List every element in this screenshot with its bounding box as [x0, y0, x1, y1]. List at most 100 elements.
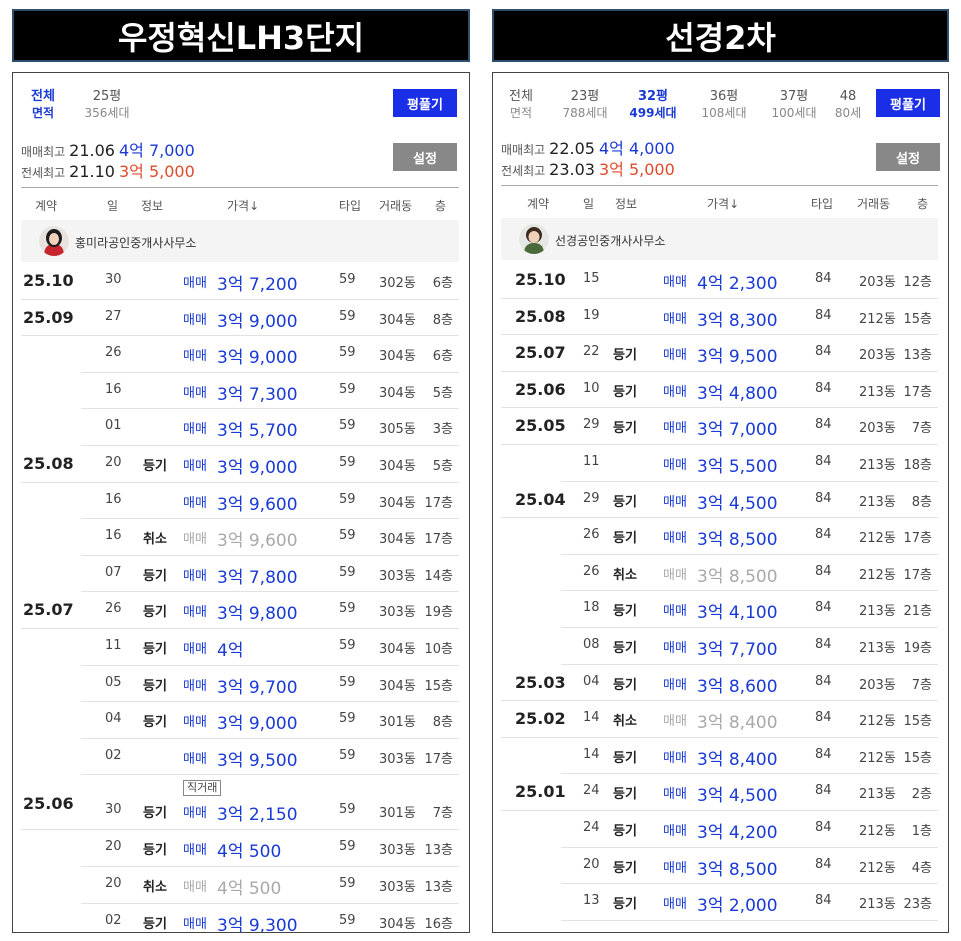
tab-all-area[interactable]: 전체 면적	[501, 88, 541, 121]
table-row[interactable]: 25.04 29 등기 매매 3억 4,500 84 213동 8층	[501, 482, 938, 519]
tab-all-area[interactable]: 전체 면적	[23, 88, 63, 121]
agent-row[interactable]: 홍미라공인중개사사무소	[21, 220, 459, 262]
header-floor[interactable]: 층	[917, 195, 928, 212]
settings-button[interactable]: 설정	[393, 143, 457, 171]
table-row[interactable]: 25.07 22 등기 매매 3억 9,500 84 203동 13층	[501, 335, 938, 372]
table-row[interactable]: 25.10 30 매매 3억 7,200 59 302동 6층	[21, 263, 459, 300]
floor: 18층	[903, 457, 932, 473]
deal-kind: 매매	[663, 384, 687, 400]
table-row[interactable]: 20 취소 매매 4억 500 59 303동 13층	[21, 867, 459, 904]
tab-23pyeong[interactable]: 23평 788세대	[555, 88, 615, 121]
deal-kind: 매매	[183, 568, 207, 584]
tab-37pyeong[interactable]: 37평 100세대	[763, 88, 825, 121]
building: 212동	[859, 714, 896, 730]
tab-32pyeong[interactable]: 32평 499세대	[623, 88, 683, 121]
deal-price: 4억 500	[217, 878, 282, 899]
table-row[interactable]: 02 매매 3억 9,500 59 303동 17층	[21, 739, 459, 776]
table-row[interactable]: 16 취소 매매 3억 9,600 59 304동 17층	[21, 519, 459, 556]
contract-month: 25.08	[515, 306, 566, 326]
table-row[interactable]: 16 매매 3억 9,600 59 304동 17층	[21, 483, 459, 520]
table-row[interactable]: 11 매매 3억 5,500 84 213동 18층	[501, 445, 938, 482]
table-row[interactable]: 20 등기 매매 4억 500 59 303동 13층	[21, 830, 459, 867]
table-row[interactable]: 25.06 30 등기 매매 3억 2,150 59 301동 7층 직거래	[21, 775, 459, 831]
settings-button[interactable]: 설정	[876, 143, 940, 171]
unit-type: 59	[339, 491, 356, 507]
building: 213동	[859, 897, 896, 913]
header-contract[interactable]: 계약	[35, 197, 57, 214]
header-day[interactable]: 일	[583, 195, 594, 212]
contract-day: 22	[583, 344, 600, 360]
building: 304동	[379, 495, 416, 511]
header-building[interactable]: 거래동	[379, 197, 412, 214]
table-row[interactable]: 25.09 27 매매 3억 9,000 59 304동 8층	[21, 300, 459, 337]
jeonse-max-price: 3억 5,000	[118, 162, 195, 181]
header-info[interactable]: 정보	[141, 197, 163, 214]
deal-price: 3억 2,000	[697, 896, 778, 917]
tab-36pyeong[interactable]: 36평 108세대	[693, 88, 755, 121]
table-row[interactable]: 25.03 04 등기 매매 3억 8,600 84 203동 7층	[501, 665, 938, 702]
contract-day: 04	[105, 711, 122, 727]
table-row[interactable]: 11 등기 매매 4억 59 304동 10층	[21, 629, 459, 666]
deal-info: 등기	[613, 640, 637, 656]
table-row[interactable]: 20 등기 매매 3억 8,500 84 212동 4층	[501, 848, 938, 885]
table-row[interactable]: 25.08 20 등기 매매 3억 9,000 59 304동 5층	[21, 446, 459, 483]
unit-type: 59	[339, 912, 356, 928]
header-day[interactable]: 일	[107, 197, 118, 214]
floor: 5층	[432, 458, 453, 474]
pyeong-toggle-button[interactable]: 평풀기	[393, 89, 457, 117]
table-row[interactable]: 04 등기 매매 3억 9,000 59 301동 8층	[21, 702, 459, 739]
table-row[interactable]: 25.08 19 매매 3억 8,300 84 212동 15층	[501, 299, 938, 336]
deal-info: 등기	[613, 604, 637, 620]
header-floor[interactable]: 층	[435, 197, 446, 214]
tab-25pyeong[interactable]: 25평 356세대	[79, 88, 135, 121]
table-row[interactable]: 26 취소 매매 3억 8,500 84 212동 17층	[501, 555, 938, 592]
header-building[interactable]: 거래동	[857, 195, 890, 212]
table-row[interactable]: 25.05 29 등기 매매 3억 7,000 84 203동 7층	[501, 408, 938, 445]
table-row[interactable]: 25.06 10 등기 매매 3억 4,800 84 213동 17층	[501, 372, 938, 409]
tab-area-label: 36평	[709, 89, 739, 104]
floor: 19층	[424, 605, 453, 621]
table-row[interactable]: 25.10 15 매매 4억 2,300 84 203동 12층	[501, 262, 938, 299]
table-row[interactable]: 13 등기 매매 3억 2,000 84 213동 23층	[501, 884, 938, 921]
agent-row[interactable]: 선경공인중개사사무소	[501, 218, 938, 260]
contract-day: 20	[105, 839, 122, 855]
table-row[interactable]: 07 등기 매매 3억 7,800 59 303동 14층	[21, 556, 459, 593]
table-row[interactable]: 08 등기 매매 3억 7,700 84 213동 19층	[501, 628, 938, 665]
pyeong-toggle-button[interactable]: 평풀기	[876, 89, 940, 117]
deal-price: 3억 9,700	[217, 677, 298, 698]
header-type[interactable]: 타입	[339, 197, 361, 214]
table-row[interactable]: 14 등기 매매 3억 8,400 84 212동 15층	[501, 738, 938, 775]
table-row[interactable]: 26 등기 매매 3억 8,500 84 212동 17층	[501, 518, 938, 555]
table-row[interactable]: 16 매매 3억 7,300 59 304동 5층	[21, 373, 459, 410]
table-row[interactable]: 24 등기 매매 3억 4,200 84 212동 1층	[501, 811, 938, 848]
floor: 2층	[911, 787, 932, 803]
deal-price: 3억 9,500	[217, 750, 298, 771]
header-price-sort[interactable]: 가격↓	[227, 197, 259, 214]
table-row[interactable]: 01 매매 3억 5,700 59 305동 3층	[21, 409, 459, 446]
deal-info: 등기	[613, 348, 637, 364]
header-contract[interactable]: 계약	[527, 195, 549, 212]
building: 203동	[859, 348, 896, 364]
deal-price: 3억 9,000	[217, 348, 298, 369]
tab-48pyeong[interactable]: 48 80세	[833, 88, 863, 121]
tab-sub-label: 100세대	[771, 106, 817, 120]
table-row[interactable]: 18 등기 매매 3억 4,100 84 213동 21층	[501, 591, 938, 628]
deal-price: 3억 4,500	[697, 493, 778, 514]
table-row[interactable]: 26 매매 3억 9,000 59 304동 6층	[21, 336, 459, 373]
deal-kind: 매매	[183, 641, 207, 657]
floor: 4층	[911, 860, 932, 876]
transaction-list: 25.10 15 매매 4억 2,300 84 203동 12층 25.08 19 매매 3억 8,…	[501, 262, 938, 921]
table-row[interactable]: 25.02 14 취소 매매 3억 8,400 84 212동 15층	[501, 701, 938, 738]
header-info[interactable]: 정보	[615, 195, 637, 212]
table-row[interactable]: 02 등기 매매 3억 9,300 59 304동 16층	[21, 904, 459, 933]
deal-info: 등기	[613, 787, 637, 803]
table-row[interactable]: 05 등기 매매 3억 9,700 59 304동 15층	[21, 666, 459, 703]
agent-name: 선경공인중개사사무소	[555, 234, 666, 248]
deal-price: 3억 8,600	[697, 676, 778, 697]
deal-price: 3억 8,400	[697, 749, 778, 770]
header-type[interactable]: 타입	[811, 195, 833, 212]
header-price-sort[interactable]: 가격↓	[707, 195, 739, 212]
table-row[interactable]: 25.01 24 등기 매매 3억 4,500 84 213동 2층	[501, 774, 938, 811]
table-row[interactable]: 25.07 26 등기 매매 3억 9,800 59 303동 19층	[21, 592, 459, 629]
contract-day: 15	[583, 271, 600, 286]
